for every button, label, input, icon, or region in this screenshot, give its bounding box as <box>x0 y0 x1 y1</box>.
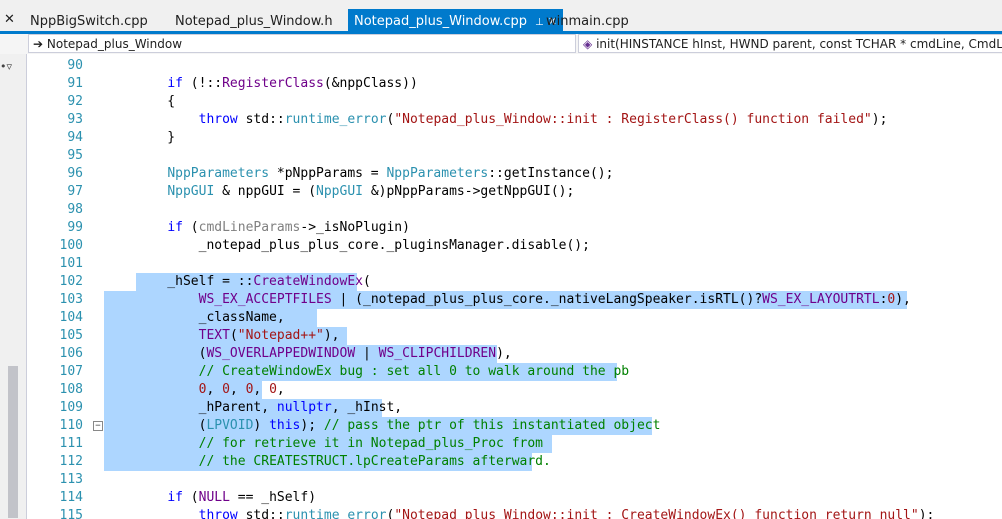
code-text: if (cmdLineParams->_isNoPlugin) <box>167 220 410 235</box>
tab-nppbigswitch[interactable]: NppBigSwitch.cpp <box>30 8 148 31</box>
line-number: 92 <box>67 94 83 109</box>
code-line[interactable]: 93 throw std::runtime_error("Notepad_plu… <box>27 111 1002 129</box>
code-line[interactable]: 107 // CreateWindowEx bug : set all 0 to… <box>27 363 1002 381</box>
scope-label: Notepad_plus_Window <box>46 37 183 51</box>
code-line[interactable]: 95 <box>27 147 1002 165</box>
code-text: _notepad_plus_plus_core._pluginsManager.… <box>136 238 590 253</box>
code-line[interactable]: 101 <box>27 255 1002 273</box>
line-number: 100 <box>59 238 83 253</box>
line-number: 102 <box>59 274 83 289</box>
line-number: 99 <box>67 220 83 235</box>
code-line[interactable]: 92 { <box>27 93 1002 111</box>
code-text: TEXT("Notepad++"), <box>198 328 340 343</box>
code-text: NppParameters *pNppParams = NppParameter… <box>167 166 614 181</box>
line-number: 115 <box>59 508 83 519</box>
pin-tab-icon[interactable]: ⊥ <box>535 17 544 28</box>
code-text: NppGUI & nppGUI = (NppGUI &)pNppParams->… <box>167 184 575 199</box>
side-panel: •▿ <box>0 54 27 519</box>
code-line[interactable]: 106 (WS_OVERLAPPEDWINDOW | WS_CLIPCHILDR… <box>27 345 1002 363</box>
line-number: 107 <box>59 364 83 379</box>
code-line[interactable]: 100 _notepad_plus_plus_core._pluginsMana… <box>27 237 1002 255</box>
line-number: 97 <box>67 184 83 199</box>
line-number: 109 <box>59 400 83 415</box>
code-text: _className, <box>136 310 285 325</box>
code-line[interactable]: 113 <box>27 471 1002 489</box>
code-line[interactable]: 111 // for retrieve it in Notepad_plus_P… <box>27 435 1002 453</box>
code-line[interactable]: 102 _hSelf = ::CreateWindowEx( <box>27 273 1002 291</box>
code-editor[interactable]: 90 91 if (!::RegisterClass(&nppClass)) 92 … <box>27 54 1002 519</box>
code-line[interactable]: 103 WS_EX_ACCEPTFILES | (_notepad_plus_p… <box>27 291 1002 309</box>
code-text: // CreateWindowEx bug : set all 0 to wal… <box>198 364 630 379</box>
line-number: 114 <box>59 490 83 505</box>
code-text: _hSelf = ::CreateWindowEx( <box>136 274 371 289</box>
line-number: 104 <box>59 310 83 325</box>
line-number: 112 <box>59 454 83 469</box>
line-number: 103 <box>59 292 83 307</box>
line-number: 113 <box>59 472 83 487</box>
side-scrollbar-thumb[interactable] <box>8 366 18 518</box>
code-line[interactable]: 99 if (cmdLineParams->_isNoPlugin) <box>27 219 1002 237</box>
member-label: init(HINSTANCE hInst, HWND parent, const… <box>596 37 1002 51</box>
code-line[interactable]: 94 } <box>27 129 1002 147</box>
close-panel-icon[interactable]: ✕ <box>4 12 15 27</box>
method-icon: ◈ <box>583 37 593 51</box>
code-text: throw std::runtime_error("Notepad_plus_W… <box>198 508 935 519</box>
code-line[interactable]: 115 throw std::runtime_error("Notepad_pl… <box>27 507 1002 519</box>
line-number: 110 <box>59 418 83 433</box>
line-number: 106 <box>59 346 83 361</box>
member-dropdown[interactable]: ◈ init(HINSTANCE hInst, HWND parent, con… <box>578 34 1002 53</box>
code-line[interactable]: 97 NppGUI & nppGUI = (NppGUI &)pNppParam… <box>27 183 1002 201</box>
code-line[interactable]: 109 _hParent, nullptr, _hInst, <box>27 399 1002 417</box>
code-line[interactable]: 98 <box>27 201 1002 219</box>
code-text: // for retrieve it in Notepad_plus_Proc … <box>198 436 543 451</box>
line-number: 105 <box>59 328 83 343</box>
code-text: // the CREATESTRUCT.lpCreateParams after… <box>198 454 551 469</box>
document-tab-bar: ✕ NppBigSwitch.cpp Notepad_plus_Window.h… <box>0 0 1002 34</box>
line-number: 94 <box>67 130 83 145</box>
tab-notepad-plus-window-h[interactable]: Notepad_plus_Window.h <box>175 8 333 31</box>
line-number: 96 <box>67 166 83 181</box>
line-number: 93 <box>67 112 83 127</box>
code-line[interactable]: 110− (LPVOID) this); // pass the ptr of … <box>27 417 1002 435</box>
line-number: 90 <box>67 58 83 73</box>
code-text: if (!::RegisterClass(&nppClass)) <box>167 76 418 91</box>
code-line[interactable]: 105 TEXT("Notepad++"), <box>27 327 1002 345</box>
code-line[interactable]: 104 _className, <box>27 309 1002 327</box>
code-text: (LPVOID) this); // pass the ptr of this … <box>136 418 661 433</box>
panel-toggle-icon[interactable]: •▿ <box>0 60 12 73</box>
line-number: 101 <box>59 256 83 271</box>
tab-notepad-plus-window-cpp[interactable]: Notepad_plus_Window.cpp ⊥ ✕ <box>348 9 563 31</box>
code-line[interactable]: 96 NppParameters *pNppParams = NppParame… <box>27 165 1002 183</box>
code-text: 0, 0, 0, 0, <box>198 382 285 397</box>
code-line[interactable]: 90 <box>27 57 1002 75</box>
scope-dropdown[interactable]: ➔ Notepad_plus_Window <box>28 34 576 53</box>
code-text: (WS_OVERLAPPEDWINDOW | WS_CLIPCHILDREN), <box>136 346 512 361</box>
code-text: throw std::runtime_error("Notepad_plus_W… <box>198 112 888 127</box>
line-number: 111 <box>59 436 83 451</box>
code-line[interactable]: 91 if (!::RegisterClass(&nppClass)) <box>27 75 1002 93</box>
tab-winmain[interactable]: winmain.cpp <box>546 8 629 31</box>
code-text: _hParent, nullptr, _hInst, <box>136 400 403 415</box>
line-number: 95 <box>67 148 83 163</box>
active-tab-label: Notepad_plus_Window.cpp <box>354 14 527 29</box>
collapse-icon[interactable]: − <box>93 421 103 431</box>
code-text: WS_EX_ACCEPTFILES | (_notepad_plus_plus_… <box>198 292 911 307</box>
line-number: 98 <box>67 202 83 217</box>
code-line[interactable]: 114 if (NULL == _hSelf) <box>27 489 1002 507</box>
code-text: { <box>136 94 176 109</box>
code-line[interactable]: 108 0, 0, 0, 0, <box>27 381 1002 399</box>
code-line[interactable]: 112 // the CREATESTRUCT.lpCreateParams a… <box>27 453 1002 471</box>
arrow-right-icon: ➔ <box>33 37 44 51</box>
code-text: if (NULL == _hSelf) <box>167 490 317 505</box>
line-number: 108 <box>59 382 83 397</box>
code-text: } <box>136 130 176 145</box>
line-number: 91 <box>67 76 83 91</box>
navigation-bar: ➔ Notepad_plus_Window ◈ init(HINSTANCE h… <box>0 34 1002 55</box>
